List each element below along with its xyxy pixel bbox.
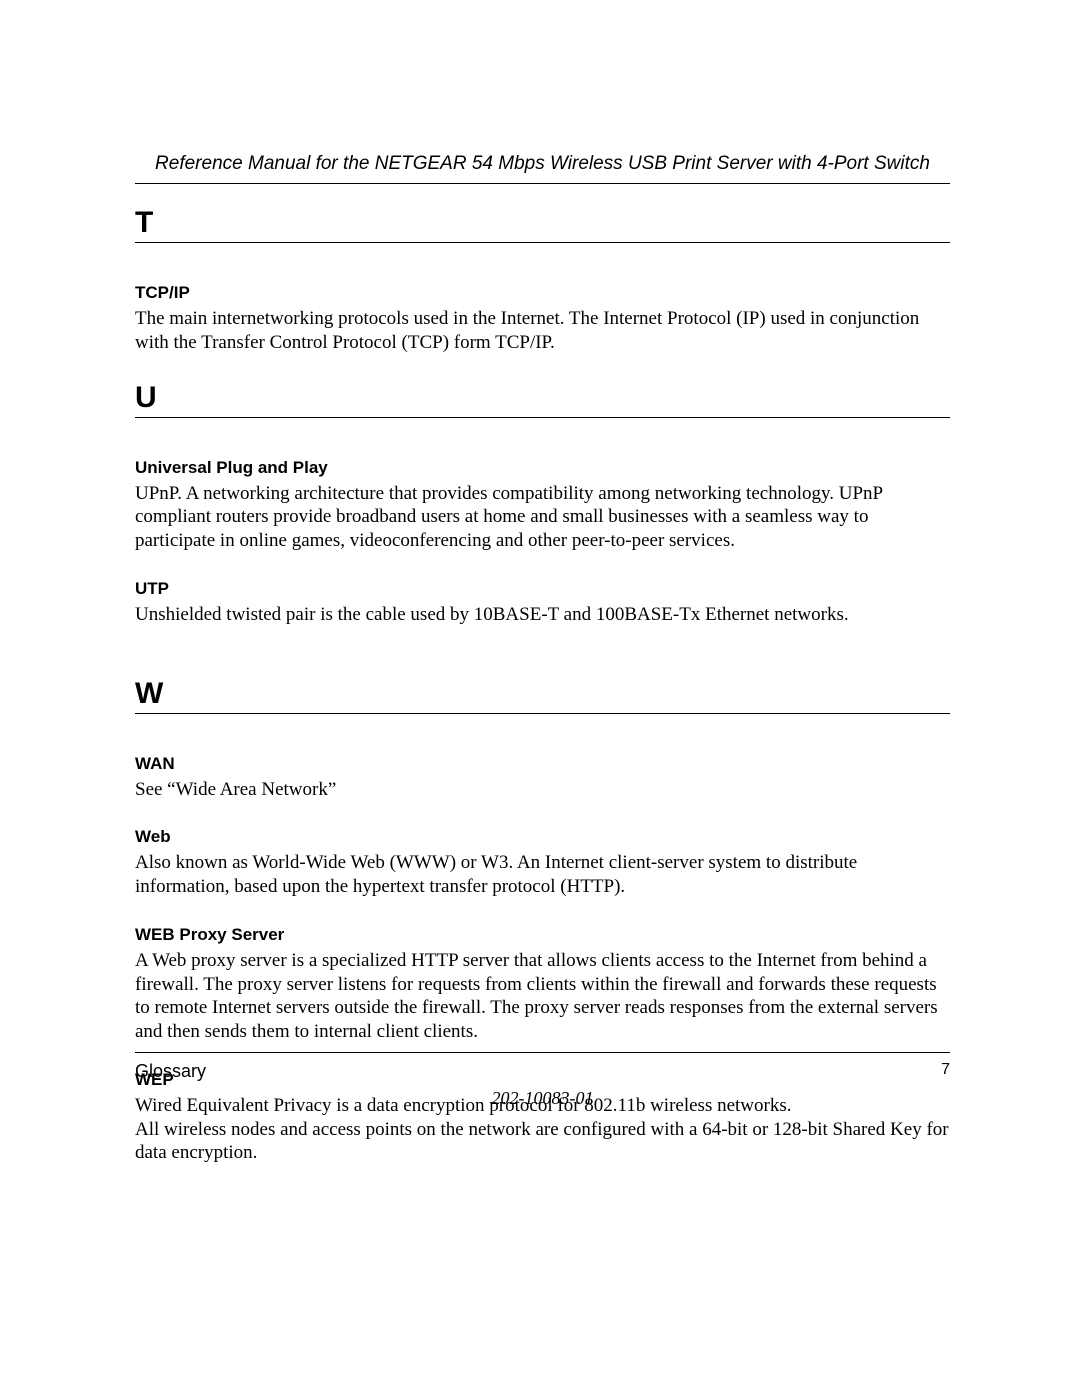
footer-page-number: 7 <box>941 1061 950 1082</box>
term-tcpip: TCP/IP <box>135 283 950 303</box>
term-utp: UTP <box>135 579 950 599</box>
definition-wan: See “Wide Area Network” <box>135 778 950 802</box>
footer-rule <box>135 1052 950 1053</box>
definition-utp: Unshielded twisted pair is the cable use… <box>135 603 950 627</box>
entry-tcpip: TCP/IP The main internetworking protocol… <box>135 283 950 355</box>
section-letter-W: W <box>135 677 950 714</box>
footer-doc-number: 202-10083-01 <box>135 1088 950 1109</box>
definition-upnp: UPnP. A networking architecture that pro… <box>135 482 950 553</box>
footer-row: Glossary 7 <box>135 1061 950 1082</box>
page: Reference Manual for the NETGEAR 54 Mbps… <box>0 0 1080 1397</box>
entry-web: Web Also known as World-Wide Web (WWW) o… <box>135 827 950 899</box>
entry-utp: UTP Unshielded twisted pair is the cable… <box>135 579 950 627</box>
term-upnp: Universal Plug and Play <box>135 458 950 478</box>
definition-web: Also known as World-Wide Web (WWW) or W3… <box>135 851 950 899</box>
term-wan: WAN <box>135 754 950 774</box>
entry-webproxy: WEB Proxy Server A Web proxy server is a… <box>135 925 950 1044</box>
definition-tcpip: The main internetworking protocols used … <box>135 307 950 355</box>
running-header: Reference Manual for the NETGEAR 54 Mbps… <box>135 153 950 184</box>
term-web: Web <box>135 827 950 847</box>
entry-wan: WAN See “Wide Area Network” <box>135 754 950 802</box>
section-letter-U: U <box>135 381 950 418</box>
term-webproxy: WEB Proxy Server <box>135 925 950 945</box>
footer-section: Glossary <box>135 1061 206 1082</box>
definition-webproxy: A Web proxy server is a specialized HTTP… <box>135 949 950 1044</box>
section-letter-T: T <box>135 206 950 243</box>
entry-upnp: Universal Plug and Play UPnP. A networki… <box>135 458 950 553</box>
page-footer: Glossary 7 202-10083-01 <box>135 1052 950 1109</box>
